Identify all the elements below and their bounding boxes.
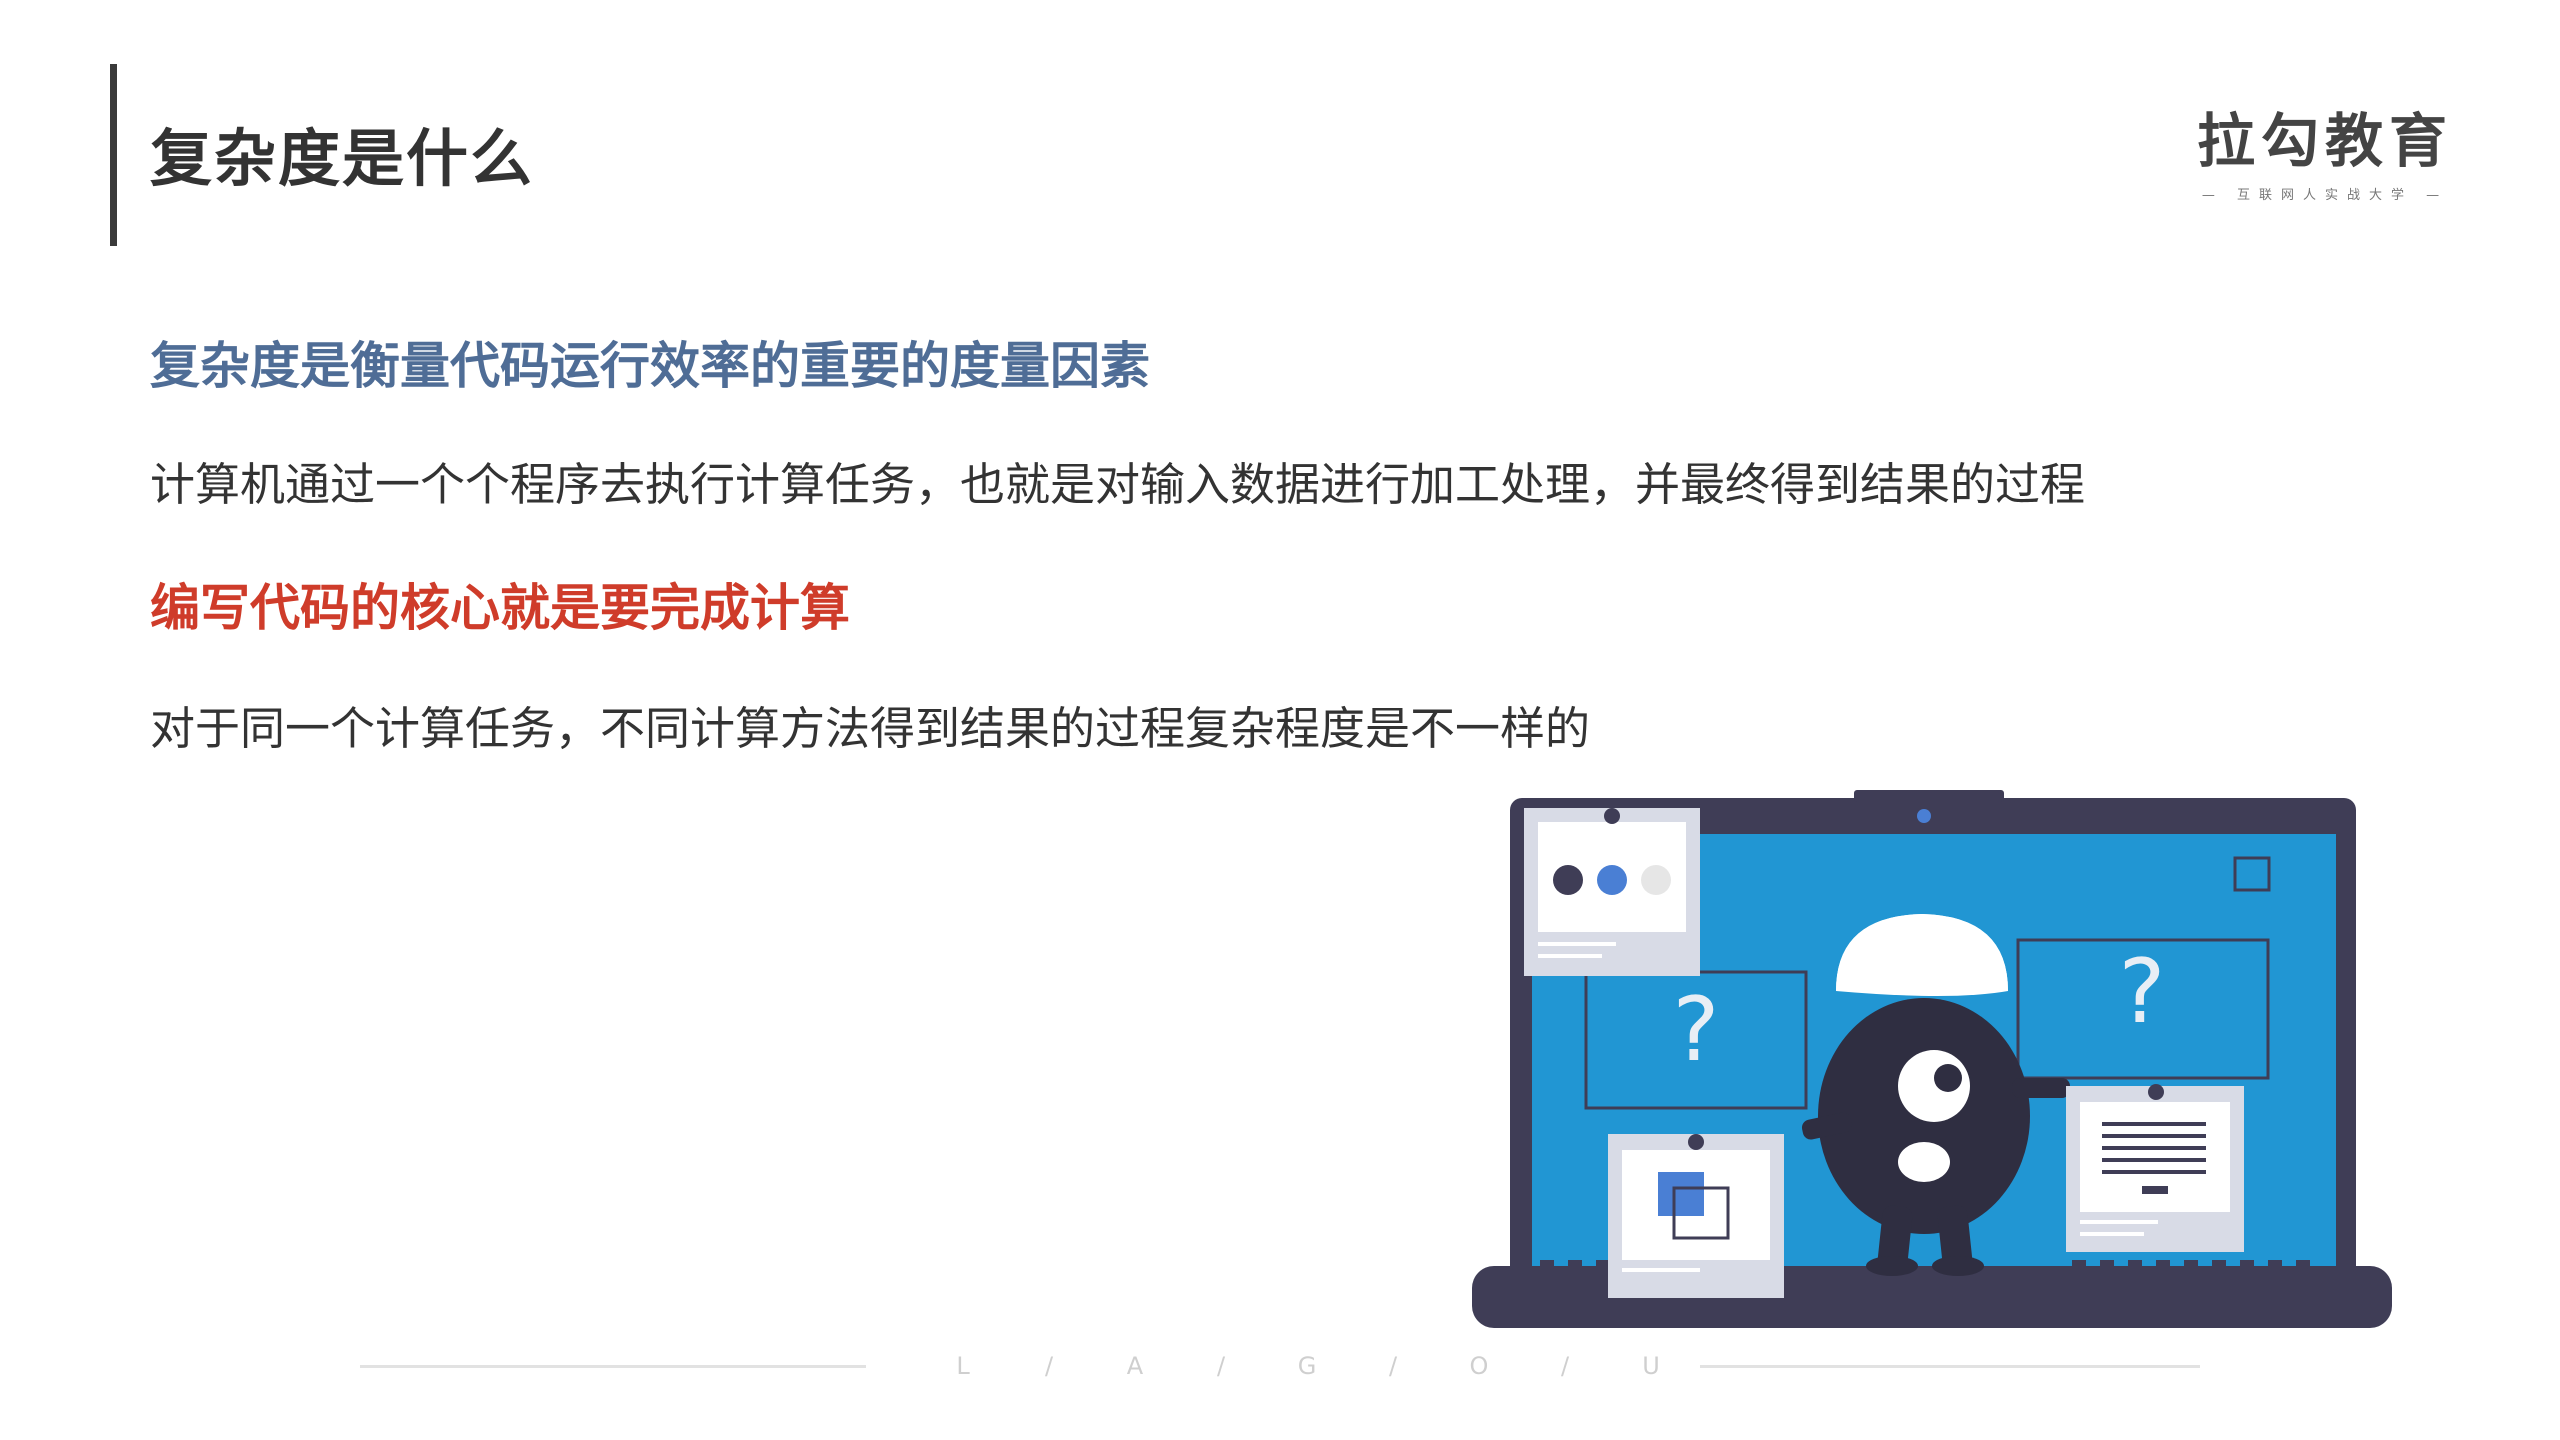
slide: 复杂度是什么 拉勾教育 — 互联网人实战大学 — 复杂度是衡量代码运行效率的重要… xyxy=(0,0,2560,1440)
text-different-methods: 对于同一个计算任务，不同计算方法得到结果的过程复杂程度是不一样的 xyxy=(150,702,1591,755)
heading-complexity-definition: 复杂度是衡量代码运行效率的重要的度量因素 xyxy=(150,337,1150,395)
footer-watermark: L / A / G / O / U xyxy=(360,1352,2200,1384)
page-title: 复杂度是什么 xyxy=(150,122,535,195)
footer-divider-left xyxy=(360,1365,866,1368)
heading-core-of-coding: 编写代码的核心就是要完成计算 xyxy=(150,579,850,637)
logo-tagline: — 互联网人实战大学 — xyxy=(2201,187,2449,203)
footer-divider-right xyxy=(1700,1365,2200,1368)
logo-wordmark: 拉勾教育 xyxy=(2196,107,2453,175)
webcam-icon xyxy=(1917,809,1931,823)
title-accent-bar xyxy=(110,64,117,246)
question-mark-left: ? xyxy=(1673,978,1720,1081)
question-mark-right: ? xyxy=(2119,940,2166,1043)
text-computation-process: 计算机通过一个个程序去执行计算任务，也就是对输入数据进行加工处理，并最终得到结果… xyxy=(150,458,2086,511)
laptop-illustration: ? ? xyxy=(1472,790,2392,1328)
brand-logo: 拉勾教育 — 互联网人实战大学 — xyxy=(2190,107,2460,203)
